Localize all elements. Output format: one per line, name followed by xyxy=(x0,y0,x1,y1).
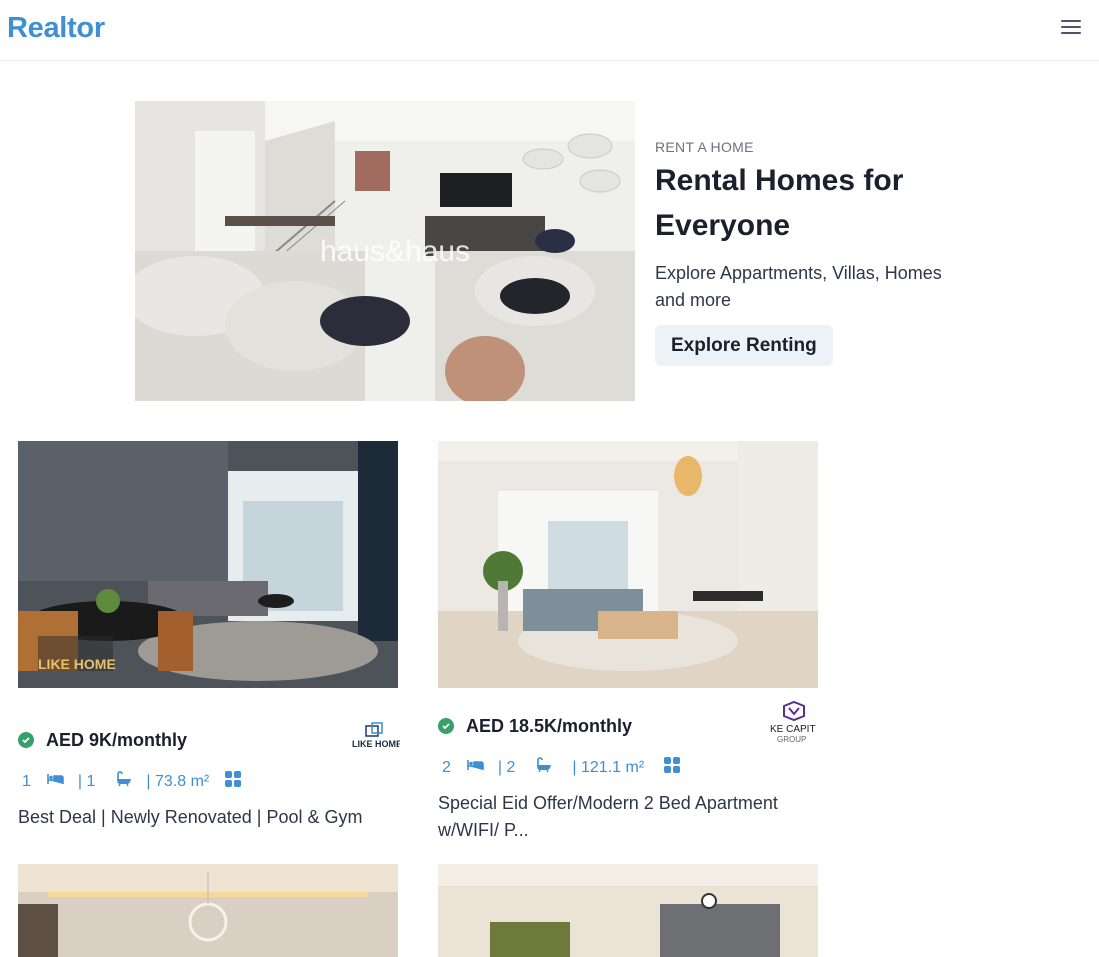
grid-icon xyxy=(664,757,681,778)
hero-title: Rental Homes for Everyone xyxy=(655,164,904,242)
bed-icon xyxy=(47,772,64,791)
bath-icon xyxy=(535,757,552,778)
hero-image: haus&haus xyxy=(135,101,635,401)
bath-count: | 2 xyxy=(497,758,516,776)
listing-image[interactable]: LIKE HOME xyxy=(18,441,398,688)
listing-price[interactable]: AED 18.5K/monthly xyxy=(466,716,632,737)
listing-specs: 2 | 2 | 121.1 m² xyxy=(442,757,681,778)
check-circle-icon xyxy=(18,732,34,748)
room-count: 1 xyxy=(22,772,31,790)
agency-logo-subtext: GROUP xyxy=(777,735,806,744)
listing-photo-1: LIKE HOME xyxy=(18,441,398,688)
room-count: 2 xyxy=(442,758,451,776)
listing-image[interactable] xyxy=(18,864,398,957)
top-navbar: Realtor xyxy=(0,0,1099,61)
brand-logo[interactable]: Realtor xyxy=(7,12,105,45)
agency-logo[interactable]: KE CAPIT GROUP xyxy=(769,698,819,748)
listing-specs: 1 | 1 | 73.8 m² xyxy=(22,771,242,792)
hamburger-menu-icon[interactable] xyxy=(1059,18,1083,38)
listing-title[interactable]: Special Eid Offer/Modern 2 Bed Apartment… xyxy=(438,790,798,844)
listing-photo-2 xyxy=(438,441,818,688)
bath-count: | 1 xyxy=(77,772,96,790)
agency-logo-text: LIKE HOME xyxy=(352,739,400,749)
bed-icon xyxy=(467,758,484,777)
listing-title[interactable]: Best Deal | Newly Renovated | Pool & Gym xyxy=(18,804,398,831)
agency-logo-text: KE CAPIT xyxy=(770,724,816,735)
listing-watermark: LIKE HOME xyxy=(38,656,116,672)
hero-description: Explore Appartments, Villas, Homes and m… xyxy=(655,263,942,310)
check-circle-icon xyxy=(438,718,454,734)
hero-eyebrow: RENT A HOME xyxy=(655,139,754,155)
living-room-illustration: haus&haus xyxy=(135,101,635,401)
explore-renting-button[interactable]: Explore Renting xyxy=(655,325,833,366)
area: | 73.8 m² xyxy=(146,772,210,790)
agency-logo[interactable]: LIKE HOME xyxy=(350,715,400,765)
watermark-text: haus&haus xyxy=(320,235,470,268)
listing-image[interactable] xyxy=(438,441,818,688)
area: | 121.1 m² xyxy=(572,758,645,776)
bath-icon xyxy=(115,771,132,792)
listing-image[interactable] xyxy=(438,864,818,957)
listing-price[interactable]: AED 9K/monthly xyxy=(46,730,187,751)
grid-icon xyxy=(225,771,242,792)
